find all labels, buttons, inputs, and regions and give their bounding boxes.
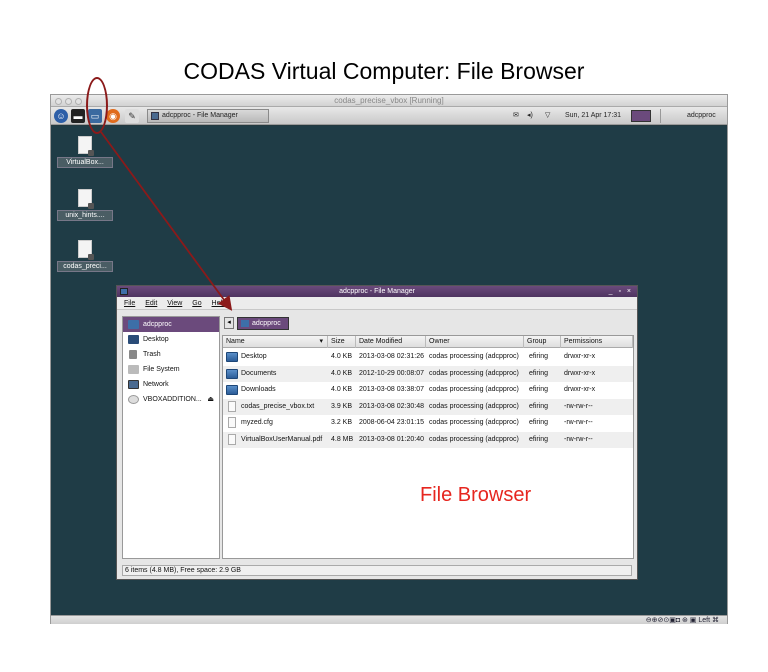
annotation-arrow xyxy=(100,131,233,311)
arrow-line xyxy=(100,131,233,311)
